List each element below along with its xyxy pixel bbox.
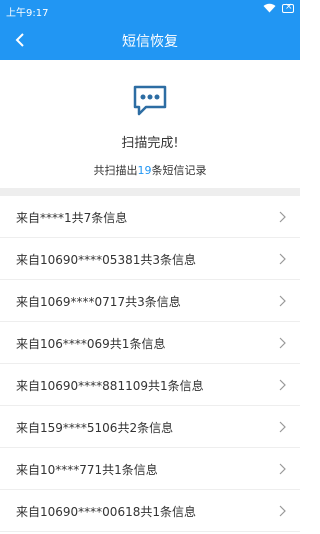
- chevron-right-icon: [279, 295, 286, 307]
- chevron-right-icon: [279, 463, 286, 475]
- scan-count-value: 19: [137, 164, 152, 177]
- list-item-label: 来自10690****00618共1条信息: [16, 505, 196, 519]
- status-time: 上午9:17: [6, 8, 49, 19]
- list-item[interactable]: 来自106****069共1条信息: [0, 322, 300, 364]
- list-item-label: 来自10****771共1条信息: [16, 463, 158, 477]
- chevron-right-icon: [279, 253, 286, 265]
- message-bubble-icon: [133, 85, 167, 116]
- scan-count-text: 共扫描出19条短信记录: [0, 162, 300, 178]
- list-item-label: 来自1069****0717共3条信息: [16, 295, 181, 309]
- wifi-icon: [263, 3, 276, 13]
- status-icons: [263, 2, 294, 13]
- list-item[interactable]: 来自****1共7条信息: [0, 196, 300, 238]
- chevron-right-icon: [279, 337, 286, 349]
- list-item-label: 来自10690****881109共1条信息: [16, 379, 204, 393]
- list-item[interactable]: 来自10690****881109共1条信息: [0, 364, 300, 406]
- list-item[interactable]: 来自1069****0717共3条信息: [0, 280, 300, 322]
- list-item[interactable]: 来自10690****05381共3条信息: [0, 238, 300, 280]
- status-bar: 上午9:17: [0, 0, 300, 20]
- chevron-right-icon: [279, 379, 286, 391]
- battery-icon: [282, 2, 294, 13]
- app-bar: 短信恢复: [0, 20, 300, 60]
- chevron-right-icon: [279, 211, 286, 223]
- scan-complete-title: 扫描完成!: [121, 136, 179, 151]
- section-divider: [0, 188, 300, 196]
- chevron-right-icon: [279, 505, 286, 517]
- list-item-label: 来自10690****05381共3条信息: [16, 253, 196, 267]
- scan-summary: 扫描完成! 共扫描出19条短信记录: [0, 60, 300, 188]
- scan-count-suffix: 条短信记录: [151, 164, 207, 177]
- list-item-label: 来自159****5106共2条信息: [16, 421, 174, 435]
- message-sender-list: 来自****1共7条信息 来自10690****05381共3条信息 来自106…: [0, 196, 300, 532]
- scan-count-prefix: 共扫描出: [93, 164, 138, 177]
- list-item-label: 来自106****069共1条信息: [16, 337, 166, 351]
- list-item[interactable]: 来自10****771共1条信息: [0, 448, 300, 490]
- chevron-right-icon: [279, 421, 286, 433]
- list-item-label: 来自****1共7条信息: [16, 211, 128, 225]
- list-item[interactable]: 来自10690****00618共1条信息: [0, 490, 300, 532]
- page-title: 短信恢复: [122, 34, 178, 50]
- list-item[interactable]: 来自159****5106共2条信息: [0, 406, 300, 448]
